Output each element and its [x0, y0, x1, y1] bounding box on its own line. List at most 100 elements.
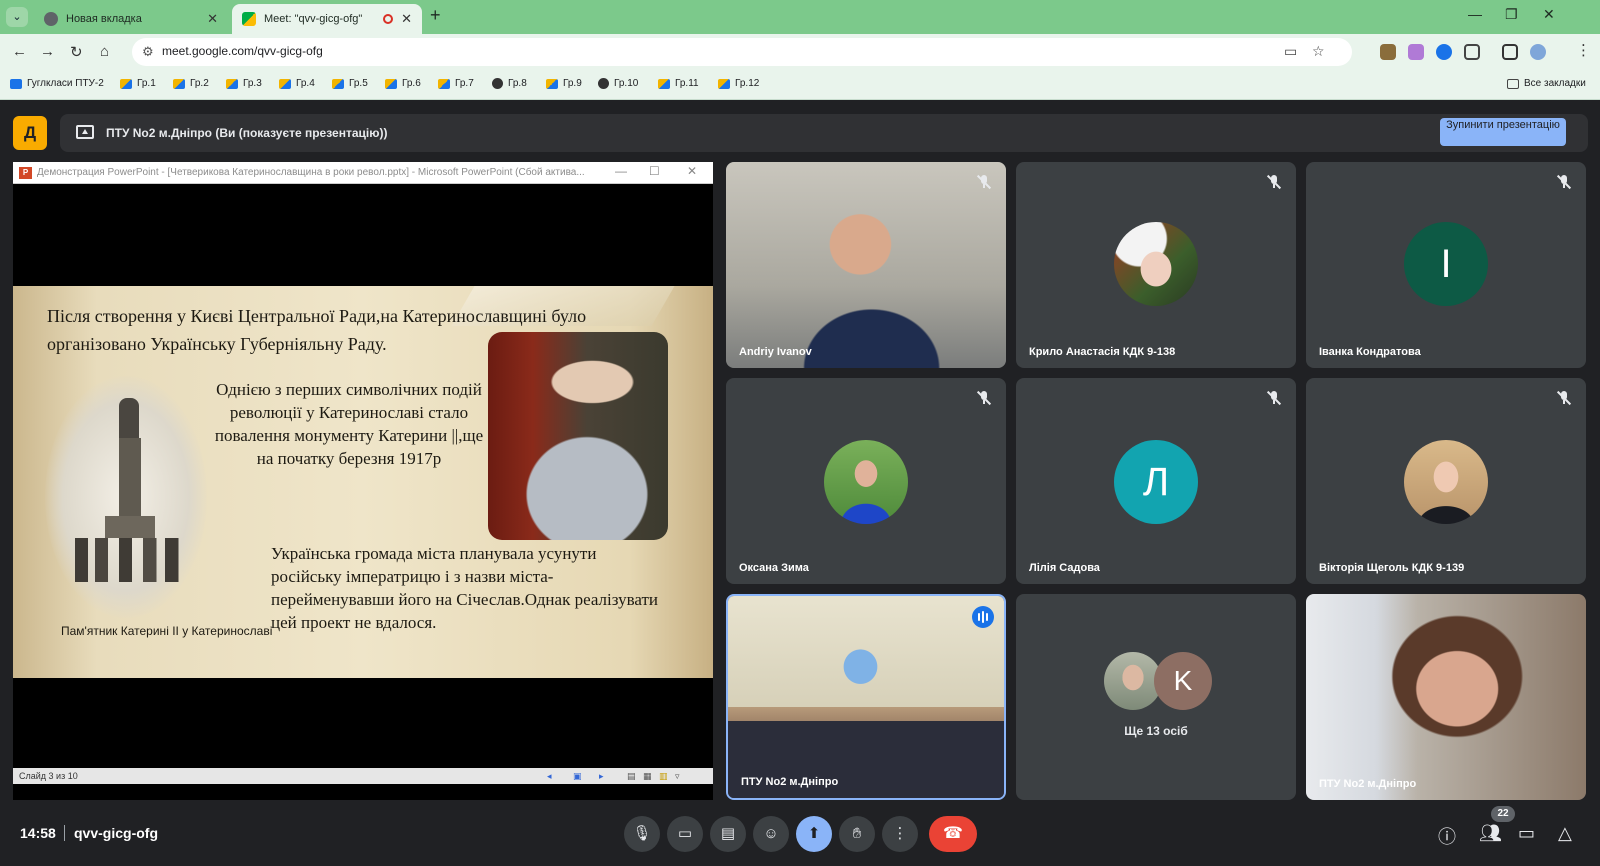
all-bookmarks[interactable]: Все закладки — [1507, 78, 1586, 89]
minimize-icon[interactable]: — — [1468, 6, 1482, 22]
emoji-icon: ☺ — [763, 825, 779, 842]
participant-tile[interactable]: Крило Анастасія КДК 9-138 — [1016, 162, 1296, 368]
extensions-puzzle-icon[interactable] — [1464, 44, 1480, 60]
bookmark-star-icon[interactable]: ☆ — [1312, 43, 1325, 60]
meeting-info-icon[interactable]: ⓘ — [1438, 823, 1456, 849]
muted-icon — [976, 390, 992, 406]
avatar: Л — [1114, 440, 1198, 524]
maximize-icon[interactable]: ☐ — [649, 164, 660, 178]
avatar: І — [1404, 222, 1488, 306]
participant-tile[interactable]: Andriy Ivanov — [726, 162, 1006, 368]
bookmark-item[interactable]: Гр.9 — [546, 78, 582, 89]
present-screen-icon — [76, 125, 94, 139]
minimize-icon[interactable]: — — [615, 164, 627, 178]
meeting-code: qvv-gicg-ofg — [74, 825, 158, 841]
bookmark-item[interactable]: Гр.10 — [598, 78, 638, 89]
participant-tile[interactable]: І Іванка Кондратова — [1306, 162, 1586, 368]
address-bar[interactable]: ⚙ meet.google.com/qvv-gicg-ofg ▭ ☆ — [132, 38, 1352, 66]
stop-presenting-button[interactable]: Зупинити презентацію — [1440, 118, 1566, 146]
close-window-icon[interactable]: ✕ — [687, 164, 697, 178]
participant-tile[interactable]: Л Лілія Садова — [1016, 378, 1296, 584]
raise-hand-button[interactable]: ✋︎ — [839, 816, 875, 852]
participant-tile-speaking[interactable]: ПТУ No2 м.Дніпро — [726, 594, 1006, 800]
site-info-icon[interactable]: ⚙ — [142, 44, 154, 60]
bookmark-item[interactable]: Гр.1 — [120, 78, 156, 89]
drive-icon — [173, 78, 185, 89]
bookmark-item[interactable]: Гуглкласи ПТУ-2 — [10, 78, 104, 89]
sorter-view-icon[interactable]: ▦ — [643, 771, 652, 782]
notes-icon[interactable]: ▣ — [573, 771, 582, 782]
camera-button[interactable]: ▭ — [667, 816, 703, 852]
participant-tile[interactable]: Оксана Зима — [726, 378, 1006, 584]
present-button[interactable]: ⬆ — [796, 816, 832, 852]
normal-view-icon[interactable]: ▤ — [627, 771, 636, 782]
bookmark-item[interactable]: Гр.5 — [332, 78, 368, 89]
home-icon[interactable]: ⌂ — [100, 43, 109, 60]
bookmark-item[interactable]: Гр.12 — [718, 78, 759, 89]
new-tab-button[interactable]: + — [430, 5, 441, 26]
tab-new-tab[interactable]: Новая вкладка ✕ — [34, 4, 228, 34]
extension-icon[interactable] — [1436, 44, 1452, 60]
activities-icon[interactable]: △ — [1558, 823, 1572, 844]
close-tab-icon[interactable]: ✕ — [401, 11, 412, 27]
captions-button[interactable]: ▤ — [710, 816, 746, 852]
leave-call-button[interactable]: ☎ — [929, 816, 977, 852]
browser-toolbar: ← → ↻ ⌂ ⚙ meet.google.com/qvv-gicg-ofg ▭… — [0, 34, 1600, 70]
bookmark-item[interactable]: Гр.3 — [226, 78, 262, 89]
participant-video — [728, 596, 1004, 798]
slide: Після створення у Києві Центральної Ради… — [13, 286, 713, 678]
extension-icon[interactable] — [1380, 44, 1396, 60]
restore-icon[interactable]: ❐ — [1505, 6, 1518, 23]
side-panel-icon[interactable] — [1502, 44, 1518, 60]
camera-icon: ▭ — [677, 825, 693, 842]
participant-tile[interactable]: Вікторія Щеголь КДК 9-139 — [1306, 378, 1586, 584]
close-window-icon[interactable]: ✕ — [1543, 6, 1555, 23]
muted-icon — [976, 174, 992, 190]
next-slide-icon[interactable]: ▸ — [599, 771, 604, 782]
people-icon[interactable]: 👥︎ — [1479, 823, 1502, 844]
drive-icon — [279, 78, 291, 89]
bookmark-item[interactable]: Гр.4 — [279, 78, 315, 89]
reload-icon[interactable]: ↻ — [70, 43, 83, 61]
participant-tile[interactable]: ПТУ No2 м.Дніпро — [1306, 594, 1586, 800]
participant-video — [726, 162, 1006, 368]
forward-icon[interactable]: → — [40, 43, 55, 60]
bookmark-item[interactable]: Гр.11 — [658, 78, 699, 89]
close-tab-icon[interactable]: ✕ — [207, 11, 218, 27]
bookmark-item[interactable]: Гр.8 — [492, 78, 527, 89]
slide-counter: Слайд 3 из 10 — [19, 771, 78, 781]
speaking-indicator-icon — [972, 606, 994, 628]
camera-icon[interactable]: ▭ — [1284, 43, 1297, 60]
muted-icon — [1266, 174, 1282, 190]
participant-count-badge: 22 — [1491, 806, 1515, 822]
more-options-button[interactable]: ⋮ — [882, 816, 918, 852]
avatar — [1114, 222, 1198, 306]
chat-icon[interactable]: ▭ — [1518, 823, 1535, 844]
avatar — [1404, 440, 1488, 524]
microphone-button[interactable]: 🎙︎ — [624, 816, 660, 852]
slideshow-icon[interactable]: ▿ — [675, 771, 680, 782]
participant-video — [1306, 594, 1586, 800]
monument-photo — [45, 376, 207, 618]
slide-text: Однією з перших символічних подій револю… — [214, 380, 484, 468]
prev-slide-icon[interactable]: ◂ — [547, 771, 552, 782]
back-icon[interactable]: ← — [12, 43, 27, 60]
reading-view-icon[interactable]: ▥ — [659, 771, 668, 782]
more-participants-tile[interactable]: K Ще 13 осіб — [1016, 594, 1296, 800]
drive-icon — [120, 78, 132, 89]
bookmark-item[interactable]: Гр.2 — [173, 78, 209, 89]
bookmark-item[interactable]: Гр.7 — [438, 78, 474, 89]
drive-icon — [546, 78, 558, 89]
profile-icon[interactable] — [1530, 44, 1546, 60]
bookmark-item[interactable]: Гр.6 — [385, 78, 421, 89]
tab-search-button[interactable]: ⌄ — [6, 7, 28, 27]
tab-meet[interactable]: Meet: "qvv-gicg-ofg" ✕ — [232, 4, 422, 34]
globe-icon — [598, 78, 609, 89]
extension-icon[interactable] — [1408, 44, 1424, 60]
menu-dots-icon[interactable]: ⋮ — [1576, 41, 1591, 59]
avatar — [824, 440, 908, 524]
reactions-button[interactable]: ☺ — [753, 816, 789, 852]
drive-icon — [718, 78, 730, 89]
present-screen-icon: ⬆ — [807, 825, 821, 842]
muted-icon — [1556, 390, 1572, 406]
